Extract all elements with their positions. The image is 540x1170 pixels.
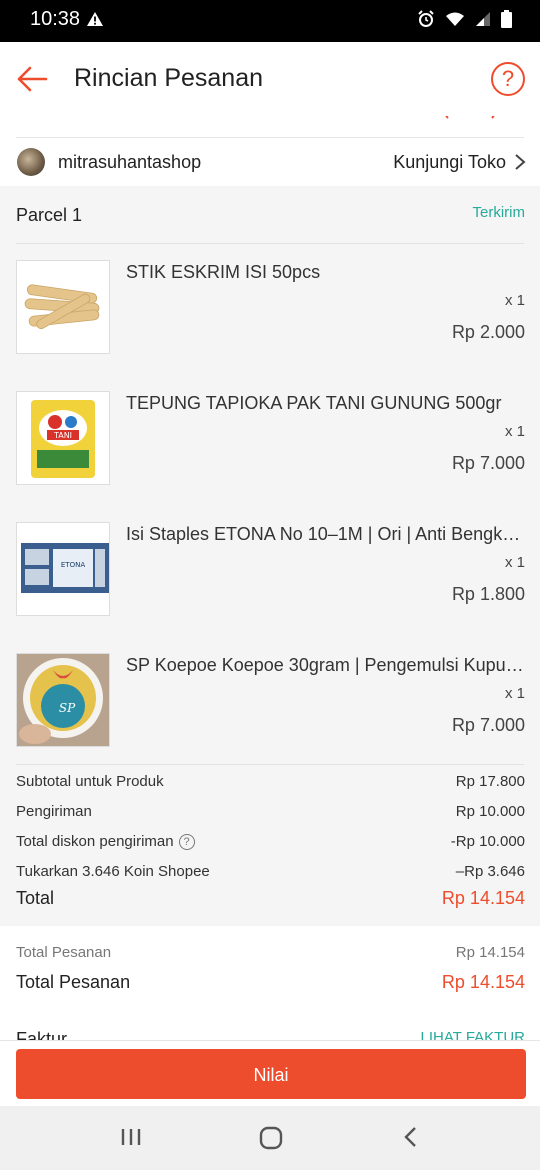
clipped-text-fragment [445,116,495,119]
arrow-left-icon[interactable] [16,65,48,93]
shipping-discount-row: Total diskon pengiriman? -Rp 10.000 [16,833,525,857]
svg-text:TANI: TANI [53,431,72,440]
total-value: Rp 14.154 [441,888,525,908]
status-time: 10:38 [30,8,81,30]
rate-button[interactable]: Nilai [16,1049,526,1099]
product-item[interactable]: SP SP Koepoe Koepoe 30gram | Pengemulsi … [0,653,540,753]
product-name: TEPUNG TAPIOKA PAK TANI GUNUNG 500gr [126,393,502,413]
product-name: STIK ESKRIM ISI 50pcs [126,262,321,282]
product-price: Rp 2.000 [451,322,525,342]
alarm-icon [418,10,434,27]
subtotal-label: Subtotal untuk Produk [16,773,164,790]
wifi-icon [446,12,464,26]
order-total-small-label: Total Pesanan [16,944,112,961]
order-total-value: Rp 14.154 [441,972,525,992]
total-label: Total [16,888,55,908]
product-name: SP Koepoe Koepoe 30gram | Pengemulsi Kup… [126,655,524,675]
invoice-label: Faktur [16,1029,68,1040]
subtotal-row: Subtotal untuk Produk Rp 17.800 [16,773,525,797]
question-circle-icon[interactable]: ? [491,62,525,96]
product-price: Rp 1.800 [451,584,525,604]
shipping-discount-label: Total diskon pengiriman [16,833,174,850]
nav-back-icon[interactable] [402,1126,420,1148]
chevron-right-icon[interactable] [514,153,526,171]
order-total-section: Total Pesanan Rp 14.154 Total Pesanan Rp… [0,926,540,1040]
shop-name: mitrasuhantashop [58,152,202,172]
shipping-label: Pengiriman [16,803,92,820]
product-qty: x 1 [504,423,525,440]
home-icon[interactable] [259,1126,283,1150]
product-item[interactable]: TANI TEPUNG TAPIOKA PAK TANI GUNUNG 500g… [0,391,540,491]
shipping-value: Rp 10.000 [455,803,525,820]
product-qty: x 1 [504,685,525,702]
svg-text:ETONA: ETONA [61,561,85,569]
product-qty: x 1 [504,554,525,571]
shop-row: mitrasuhantashop Kunjungi Toko [0,138,540,186]
coins-row: Tukarkan 3.646 Koin Shopee –Rp 3.646 [16,863,525,887]
shop-avatar [17,148,45,176]
svg-text:SP: SP [59,701,76,715]
system-icons [417,10,512,28]
coins-label: Tukarkan 3.646 Koin Shopee [16,863,210,880]
product-image-tapioca-flour: TANI [16,391,110,485]
parcel-section: Parcel 1 Terkirim STIK ESKRIM ISI 50pcs … [0,186,540,926]
product-price: Rp 7.000 [451,453,525,473]
coins-value: –Rp 3.646 [455,863,525,880]
recent-apps-icon[interactable] [120,1126,142,1148]
parcel-title: Parcel 1 [16,205,83,225]
product-qty: x 1 [504,292,525,309]
product-price: Rp 7.000 [451,715,525,735]
product-image-sp-emulsifier: SP [16,653,110,747]
shipping-row: Pengiriman Rp 10.000 [16,803,525,827]
parcel-status: Terkirim [472,204,526,221]
product-name: Isi Staples ETONA No 10–1M | Ori | Anti … [126,524,524,544]
app-bar: Rincian Pesanan ? [0,42,540,116]
signal-icon [476,12,490,26]
previous-section-peek [0,116,540,138]
order-total-small-value: Rp 14.154 [455,944,525,961]
visit-shop-link[interactable]: Kunjungi Toko [393,152,506,173]
product-image-popsicle-sticks [16,260,110,354]
product-image-staples: ETONA [16,522,110,616]
order-total-label: Total Pesanan [16,972,131,992]
product-item[interactable]: STIK ESKRIM ISI 50pcs x 1 Rp 2.000 [0,260,540,360]
page-title: Rincian Pesanan [74,64,264,92]
system-nav-bar [0,1106,540,1170]
subtotal-value: Rp 17.800 [455,773,525,790]
question-circle-icon[interactable]: ? [178,834,195,850]
battery-icon [501,10,512,28]
warning-icon [87,12,103,26]
bottom-action-bar: Nilai [0,1040,540,1107]
product-item[interactable]: ETONA Isi Staples ETONA No 10–1M | Ori |… [0,522,540,622]
shipping-discount-value: -Rp 10.000 [450,833,525,850]
view-invoice-link[interactable]: LIHAT FAKTUR [421,1029,525,1040]
status-bar: 10:38 [0,0,540,42]
total-row: Total Rp 14.154 [16,888,525,912]
